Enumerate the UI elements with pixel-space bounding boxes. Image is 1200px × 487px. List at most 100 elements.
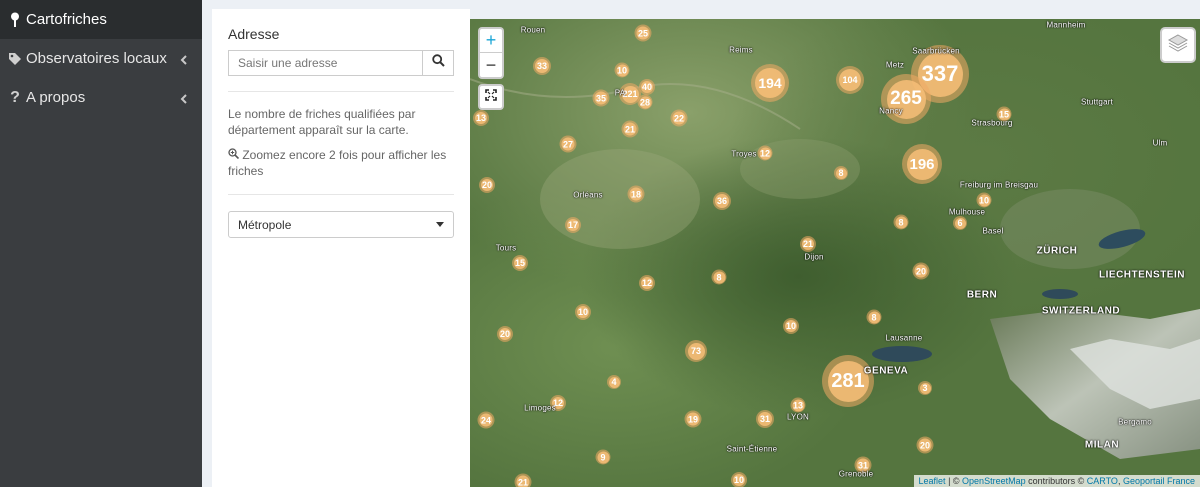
cluster-marker[interactable]: 21 [514,473,532,487]
city-label: MILAN [1084,439,1120,451]
sidebar-item-observatoires[interactable]: Observatoires locaux [0,39,202,78]
cluster-marker[interactable]: 25 [634,24,652,42]
cluster-marker[interactable]: 104 [836,66,864,94]
city-label: PA [614,88,626,98]
attribution-text: | © [945,476,963,486]
osm-link[interactable]: OpenStreetMap [962,476,1026,486]
cluster-marker[interactable]: 265 [881,74,931,124]
search-button[interactable] [422,50,454,76]
sidebar-item-cartofriches[interactable]: Cartofriches [0,0,202,39]
cluster-marker[interactable]: 3 [918,381,932,395]
chevron-left-icon [180,52,188,69]
zoom-in-button[interactable]: + [480,29,502,53]
cluster-marker[interactable]: 20 [916,436,934,454]
cluster-count: 20 [481,179,493,191]
zoom-out-button[interactable]: − [480,53,502,77]
address-input[interactable] [228,50,422,76]
cluster-count: 12 [759,147,771,159]
cluster-marker[interactable]: 21 [621,120,639,138]
cluster-count: 9 [597,451,609,463]
cluster-marker[interactable]: 20 [912,262,930,280]
cluster-marker[interactable]: 10 [614,62,630,78]
cluster-count: 10 [616,64,628,76]
sidebar-item-label: Observatoires locaux [26,50,167,67]
sidebar-item-label: A propos [26,89,86,106]
cluster-marker[interactable]: 31 [756,410,774,428]
cluster-marker[interactable]: 8 [711,269,727,285]
city-label: LYON [787,412,809,422]
cluster-marker[interactable]: 24 [477,411,495,429]
cluster-count: 15 [514,257,526,269]
cluster-marker[interactable]: 18 [627,185,645,203]
cluster-marker[interactable]: 40 [639,79,655,95]
cluster-marker[interactable]: 194 [751,64,789,102]
cluster-marker[interactable]: 35 [592,89,610,107]
layers-button[interactable] [1160,27,1196,63]
cluster-marker[interactable]: 8 [866,309,882,325]
cluster-marker[interactable]: 36 [713,192,731,210]
cluster-marker[interactable]: 281 [822,355,874,407]
map-pin-icon [6,12,24,28]
cluster-marker[interactable]: 4 [607,375,621,389]
sidebar-item-a-propos[interactable]: ? A propos [0,78,202,117]
cluster-count: 194 [755,68,785,98]
fullscreen-button[interactable] [478,84,504,110]
chevron-left-icon [180,91,188,108]
cluster-count: 21 [623,122,637,136]
cluster-marker[interactable]: 10 [976,192,992,208]
fullscreen-icon [485,88,497,106]
cluster-marker[interactable]: 12 [639,275,655,291]
map[interactable]: 25 33 10 40 221 35 28 13 21 22 27 194 104 337 265 15 196… [470,19,1200,487]
cluster-marker[interactable]: 20 [479,177,495,193]
cluster-count: 24 [479,413,493,427]
city-label: Mulhouse [948,207,986,217]
city-label: Mannheim [1046,20,1086,30]
city-label: LIECHTENSTEIN [1099,269,1185,281]
cluster-marker[interactable]: 13 [473,110,489,126]
cluster-marker[interactable]: 22 [670,109,688,127]
search-icon [431,54,445,72]
cluster-count: 8 [835,167,847,179]
territory-select[interactable]: Métropole [228,211,454,238]
cluster-marker[interactable]: 6 [953,216,967,230]
cluster-marker[interactable]: 12 [757,145,773,161]
cluster-marker[interactable]: 10 [783,318,799,334]
city-label: ZÜRICH [1036,245,1078,257]
cluster-marker[interactable]: 10 [575,304,591,320]
cluster-marker[interactable]: 17 [565,217,581,233]
search-panel: Adresse Le nombre de friches qualifiées … [212,9,470,487]
cluster-count: 281 [827,360,869,402]
cluster-marker[interactable]: 8 [893,214,909,230]
layers-icon [1167,33,1189,58]
cluster-marker[interactable]: 9 [595,449,611,465]
cluster-marker[interactable]: 19 [684,410,702,428]
cluster-marker[interactable]: 27 [559,135,577,153]
carto-link[interactable]: CARTO [1087,476,1118,486]
cluster-marker[interactable]: 15 [512,255,528,271]
geoportail-link[interactable]: Geoportail France [1123,476,1195,486]
cluster-marker[interactable]: 8 [834,166,848,180]
cluster-count: 25 [636,26,650,40]
cluster-count: 8 [868,311,880,323]
cluster-marker[interactable]: 21 [800,236,816,252]
cluster-count: 22 [672,111,686,125]
cluster-count: 20 [914,264,928,278]
cluster-marker[interactable]: 20 [497,326,513,342]
leaflet-link[interactable]: Leaflet [919,476,946,486]
city-label: Reims [729,45,753,55]
cluster-marker[interactable]: 10 [731,472,747,487]
city-label: Saarbrücken [912,46,960,56]
cluster-count: 27 [561,137,575,151]
sidebar: Cartofriches Observatoires locaux ? A pr… [0,0,202,487]
cluster-count: 10 [785,320,797,332]
cluster-marker[interactable]: 13 [790,397,806,413]
question-icon: ? [10,88,20,106]
cluster-count: 18 [629,187,643,201]
sidebar-item-label: Cartofriches [26,11,107,28]
cluster-count: 13 [792,399,804,411]
territory-select-value: Métropole [238,217,292,232]
cluster-marker[interactable]: 28 [637,94,653,110]
cluster-marker[interactable]: 33 [533,57,551,75]
cluster-marker[interactable]: 73 [685,340,707,362]
cluster-marker[interactable]: 196 [902,144,942,184]
